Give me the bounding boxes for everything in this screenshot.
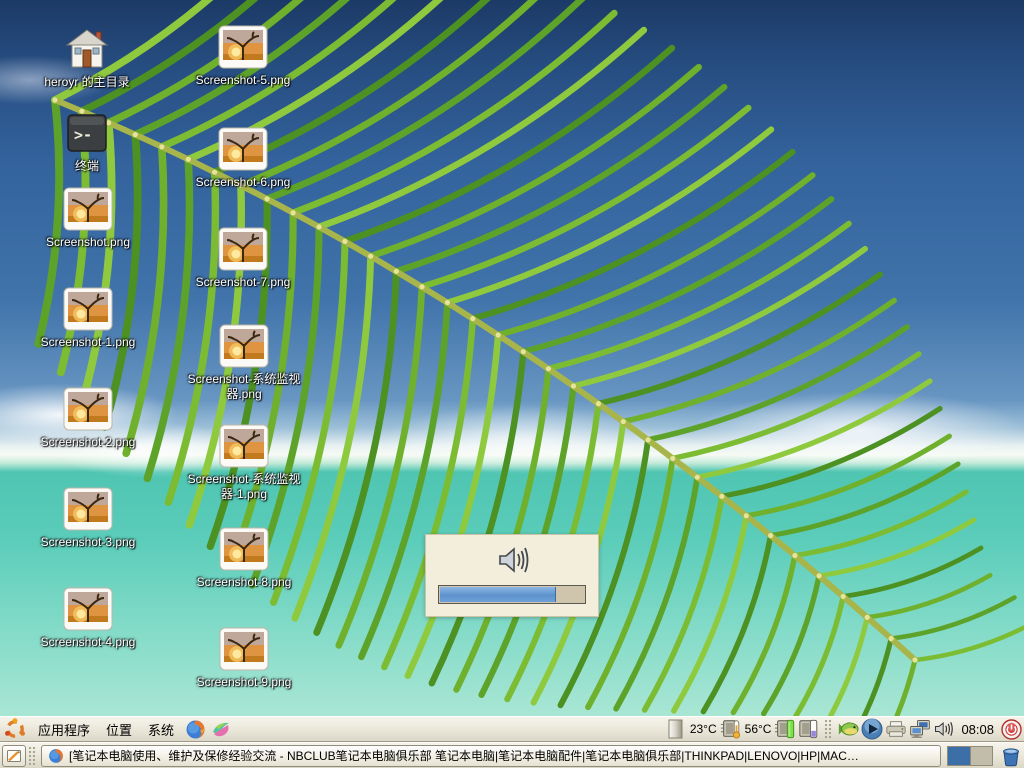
workspace-switcher bbox=[947, 746, 993, 766]
menu-applications[interactable]: 应用程序 bbox=[30, 717, 98, 742]
desktop-icon-label: Screenshot-3.png bbox=[41, 535, 136, 550]
menu-places[interactable]: 位置 bbox=[98, 717, 140, 742]
screenshot-thumbnail-icon bbox=[219, 527, 269, 571]
volume-progress-fill bbox=[440, 587, 556, 602]
speaker-icon bbox=[492, 544, 532, 581]
screenshot-thumbnail-icon bbox=[218, 25, 268, 69]
workspace-2[interactable] bbox=[970, 747, 992, 765]
desktop-icon-label: Screenshot-9.png bbox=[197, 675, 292, 690]
desktop-icon-label: Screenshot.png bbox=[46, 235, 130, 250]
app-launcher-icon[interactable] bbox=[209, 717, 233, 741]
tray-drag-handle[interactable] bbox=[824, 719, 833, 739]
show-desktop-button[interactable] bbox=[2, 745, 26, 767]
desktop: heroyr 的主目录 >- 终端 Screenshot.png Screens… bbox=[0, 0, 1024, 768]
screenshot-thumbnail-icon bbox=[219, 424, 269, 468]
desktop-icon-screenshot-4[interactable]: Screenshot-4.png bbox=[23, 586, 153, 650]
svg-text:>-: >- bbox=[74, 126, 92, 144]
fish-applet-icon[interactable] bbox=[837, 718, 859, 740]
desktop-icon-label: Screenshot-系统监视器-1.png bbox=[181, 472, 307, 502]
desktop-icon-screenshot-sysmon[interactable]: Screenshot-系统监视器.png bbox=[179, 323, 309, 402]
trash-icon[interactable] bbox=[1000, 745, 1022, 767]
power-button-icon[interactable] bbox=[1000, 718, 1022, 740]
network-monitor-icon[interactable] bbox=[909, 718, 931, 740]
taskbar-window-button[interactable]: [笔记本电脑使用、维护及保修经验交流 - NBCLUB笔记本电脑俱乐部 笔记本电… bbox=[41, 745, 941, 767]
chip-greenbar-icon[interactable] bbox=[774, 718, 796, 740]
volume-osd bbox=[425, 534, 599, 617]
desktop-icon-label: 终端 bbox=[75, 159, 99, 174]
volume-tray-icon[interactable] bbox=[933, 718, 955, 740]
gpu-temp-label: 56°C bbox=[744, 722, 773, 736]
screenshot-thumbnail-icon bbox=[219, 627, 269, 671]
chip-meter-icon[interactable] bbox=[798, 718, 820, 740]
screenshot-thumbnail-icon bbox=[63, 387, 113, 431]
desktop-icon-label: Screenshot-1.png bbox=[41, 335, 136, 350]
gnome-menu-panel: 应用程序 位置 系统 bbox=[0, 716, 1024, 742]
desktop-icon-screenshot-6[interactable]: Screenshot-6.png bbox=[178, 126, 308, 190]
screenshot-thumbnail-icon bbox=[63, 187, 113, 231]
volume-progressbar bbox=[438, 585, 586, 604]
system-tray: 23°C 56°C bbox=[665, 718, 1022, 740]
desktop-icon-label: heroyr 的主目录 bbox=[44, 75, 129, 90]
printer-icon[interactable] bbox=[885, 718, 907, 740]
sensor-gauge-icon[interactable] bbox=[665, 718, 687, 740]
taskbar-window-title: [笔记本电脑使用、维护及保修经验交流 - NBCLUB笔记本电脑俱乐部 笔记本电… bbox=[69, 747, 859, 764]
desktop-icon-screenshot-8[interactable]: Screenshot-8.png bbox=[179, 526, 309, 590]
screenshot-thumbnail-icon bbox=[218, 227, 268, 271]
workspace-1[interactable] bbox=[948, 747, 970, 765]
desktop-icon-screenshot[interactable]: Screenshot.png bbox=[23, 186, 153, 250]
desktop-icon-screenshot-3[interactable]: Screenshot-3.png bbox=[23, 486, 153, 550]
gnome-task-panel: [笔记本电脑使用、维护及保修经验交流 - NBCLUB笔记本电脑俱乐部 笔记本电… bbox=[0, 742, 1024, 768]
desktop-icon-screenshot-2[interactable]: Screenshot-2.png bbox=[23, 386, 153, 450]
desktop-icon-screenshot-9[interactable]: Screenshot-9.png bbox=[179, 626, 309, 690]
desktop-icon-screenshot-1[interactable]: Screenshot-1.png bbox=[23, 286, 153, 350]
desktop-icon-terminal[interactable]: >- 终端 bbox=[22, 110, 152, 174]
desktop-icon-label: Screenshot-4.png bbox=[41, 635, 136, 650]
screenshot-thumbnail-icon bbox=[219, 324, 269, 368]
desktop-icon-screenshot-7[interactable]: Screenshot-7.png bbox=[178, 226, 308, 290]
screenshot-thumbnail-icon bbox=[63, 287, 113, 331]
desktop-icon-home-folder[interactable]: heroyr 的主目录 bbox=[22, 26, 152, 90]
cpu-temp-label: 23°C bbox=[689, 722, 718, 736]
desktop-icon-label: Screenshot-6.png bbox=[196, 175, 291, 190]
media-play-icon[interactable] bbox=[861, 718, 883, 740]
menu-system[interactable]: 系统 bbox=[140, 717, 182, 742]
taskbar-drag-handle[interactable] bbox=[28, 746, 37, 766]
distro-logo-icon[interactable] bbox=[2, 717, 28, 741]
clock-label[interactable]: 08:08 bbox=[957, 722, 998, 737]
desktop-icon-screenshot-sysmon-1[interactable]: Screenshot-系统监视器-1.png bbox=[179, 423, 309, 502]
home-icon bbox=[65, 28, 109, 70]
desktop-icon-label: Screenshot-2.png bbox=[41, 435, 136, 450]
desktop-icon-label: Screenshot-系统监视器.png bbox=[181, 372, 307, 402]
desktop-icon-label: Screenshot-8.png bbox=[197, 575, 292, 590]
screenshot-thumbnail-icon bbox=[63, 487, 113, 531]
desktop-icon-label: Screenshot-7.png bbox=[196, 275, 291, 290]
firefox-window-icon bbox=[48, 748, 64, 764]
screenshot-thumbnail-icon bbox=[63, 587, 113, 631]
firefox-launcher-icon[interactable] bbox=[183, 717, 207, 741]
chip-thermometer-icon[interactable] bbox=[720, 718, 742, 740]
screenshot-thumbnail-icon bbox=[218, 127, 268, 171]
desktop-icon-label: Screenshot-5.png bbox=[196, 73, 291, 88]
terminal-icon: >- bbox=[66, 113, 108, 153]
desktop-icon-screenshot-5[interactable]: Screenshot-5.png bbox=[178, 24, 308, 88]
